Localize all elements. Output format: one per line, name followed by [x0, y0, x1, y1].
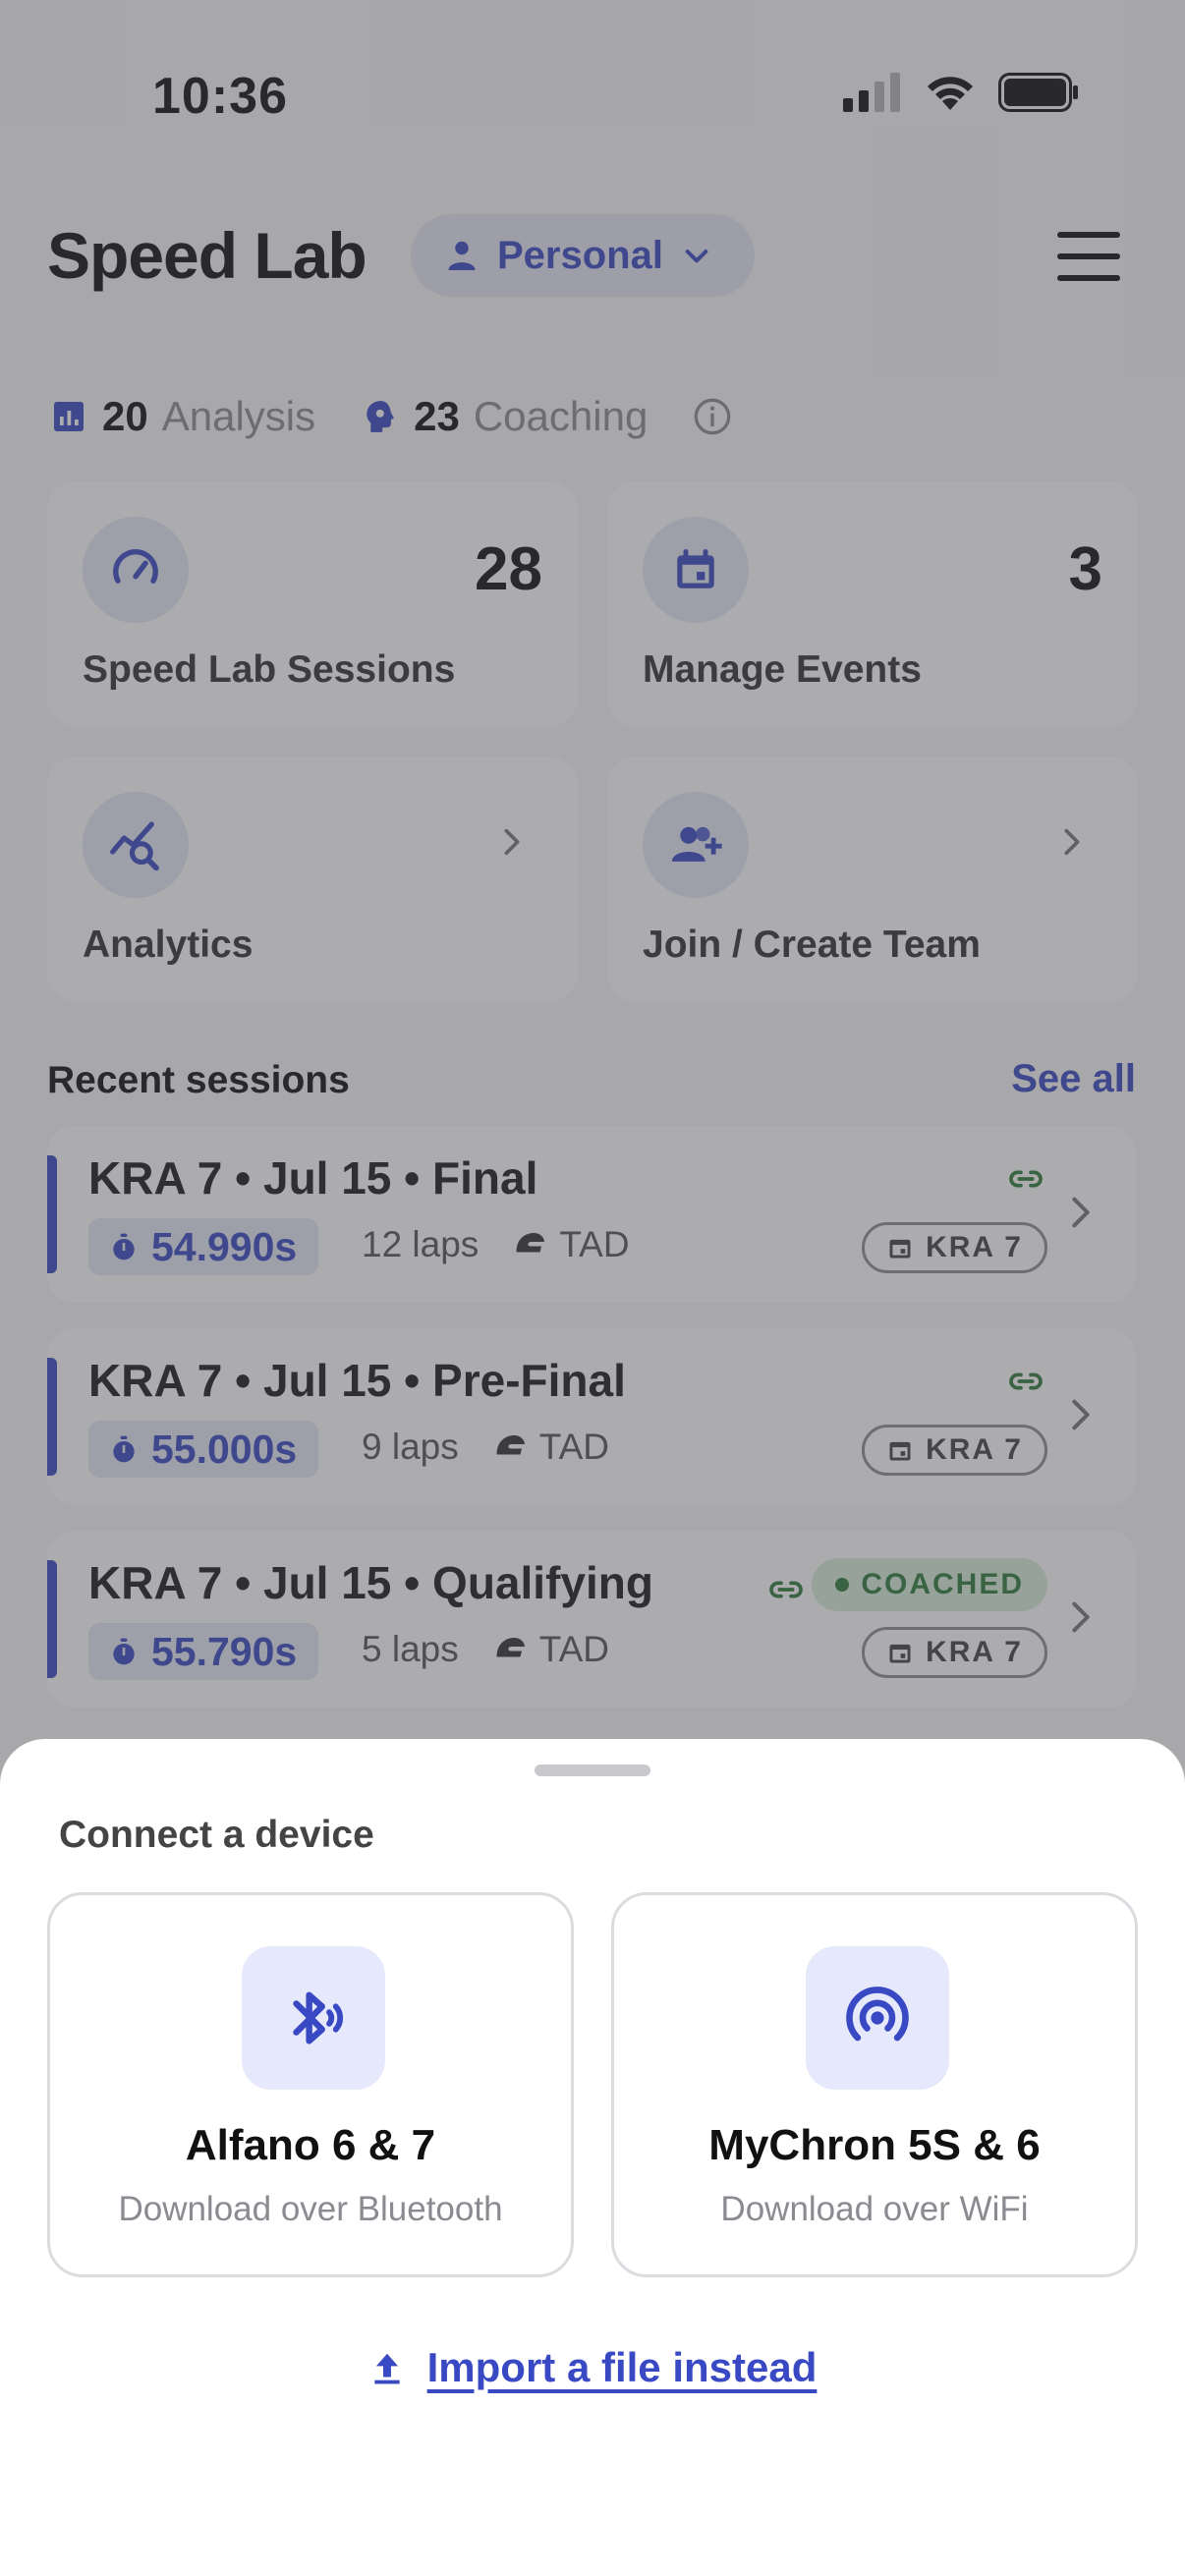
device-name: MyChron 5S & 6 [708, 2121, 1041, 2169]
upload-icon [373, 2353, 400, 2384]
device-name: Alfano 6 & 7 [185, 2121, 436, 2169]
sheet-grabber[interactable] [535, 1764, 650, 1776]
alfano-device-option[interactable]: Alfano 6 & 7 Download over Bluetooth [47, 1892, 574, 2277]
connect-device-sheet: Connect a device Alfano 6 & 7 Download o… [0, 1739, 1185, 2576]
wifi-broadcast-icon [806, 1946, 949, 2090]
bluetooth-icon [242, 1946, 385, 2090]
mychron-device-option[interactable]: MyChron 5S & 6 Download over WiFi [611, 1892, 1138, 2277]
sheet-title: Connect a device [59, 1814, 374, 1856]
import-file-link[interactable]: Import a file instead [0, 2344, 1185, 2391]
device-subtitle: Download over Bluetooth [118, 2190, 503, 2228]
device-subtitle: Download over WiFi [720, 2190, 1029, 2228]
import-link-label: Import a file instead [426, 2344, 818, 2390]
